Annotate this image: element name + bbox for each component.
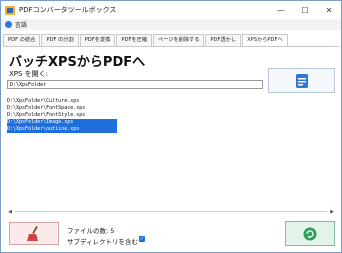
- tab-merge-pdf[interactable]: PDF の結合: [3, 34, 41, 46]
- window-controls: — ☐ ✕: [269, 1, 341, 19]
- tab-split-pdf[interactable]: PDF の分割: [41, 34, 79, 46]
- title-bar: PDFコンバータツールボックス — ☐ ✕: [1, 1, 341, 19]
- folder-path-input[interactable]: [7, 80, 263, 89]
- open-xps-label: XPS を開く:: [9, 70, 49, 78]
- window-title: PDFコンバータツールボックス: [19, 6, 117, 14]
- page-title: バッチXPSからPDFへ: [9, 55, 146, 70]
- file-list[interactable]: D:\XpsFolder\Culture.xps D:\XpsFolder\Fo…: [7, 98, 335, 214]
- list-item[interactable]: D:\XpsFolder\FontSpace.xps: [7, 105, 117, 112]
- broom-icon: [27, 225, 38, 241]
- tab-strip: PDF の結合 PDF の分割 PDFを変換 PDFを圧縮 ページを削除する P…: [3, 34, 289, 47]
- list-item[interactable]: D:\XpsFolder\Culture.xps: [7, 98, 117, 105]
- pdf-toolbox-icon: [5, 5, 15, 15]
- tab-pdf-watermark[interactable]: PDF透かし: [205, 34, 242, 46]
- clear-list-button[interactable]: [9, 222, 59, 245]
- scroll-track[interactable]: [15, 211, 327, 212]
- file-count-label: ファイルの数: 5: [67, 227, 115, 235]
- file-icon: [295, 73, 308, 88]
- include-subdirectories-label: サブディレクトリを含む: [67, 238, 139, 246]
- list-item[interactable]: D:\XpsFolder\Image.xps: [7, 119, 117, 126]
- convert-button[interactable]: [285, 221, 335, 246]
- horizontal-scrollbar[interactable]: ◀ ▶: [7, 209, 335, 215]
- app-window: PDFコンバータツールボックス — ☐ ✕ 言語 PDF の結合 PDF の分割…: [0, 0, 342, 253]
- maximize-button[interactable]: ☐: [293, 1, 317, 19]
- list-item[interactable]: D:\XpsFolder\outline.xps: [7, 126, 117, 133]
- open-file-button[interactable]: [268, 68, 335, 93]
- list-item[interactable]: D:\XpsFolder\FontStyle.xps: [7, 112, 117, 119]
- scroll-right-icon[interactable]: ▶: [329, 209, 335, 215]
- close-button[interactable]: ✕: [317, 1, 341, 19]
- tab-delete-pages[interactable]: ページを削除する: [153, 34, 205, 46]
- menu-bar: 言語: [1, 19, 341, 30]
- minimize-button[interactable]: —: [269, 1, 293, 19]
- globe-icon: [5, 21, 12, 28]
- tab-compress-pdf[interactable]: PDFを圧縮: [116, 34, 152, 46]
- tab-convert-pdf[interactable]: PDFを変換: [79, 34, 116, 46]
- scroll-left-icon[interactable]: ◀: [7, 209, 13, 215]
- refresh-icon: [303, 227, 317, 240]
- language-menu[interactable]: 言語: [15, 20, 27, 29]
- include-subdirectories-checkbox[interactable]: ✓: [139, 236, 145, 242]
